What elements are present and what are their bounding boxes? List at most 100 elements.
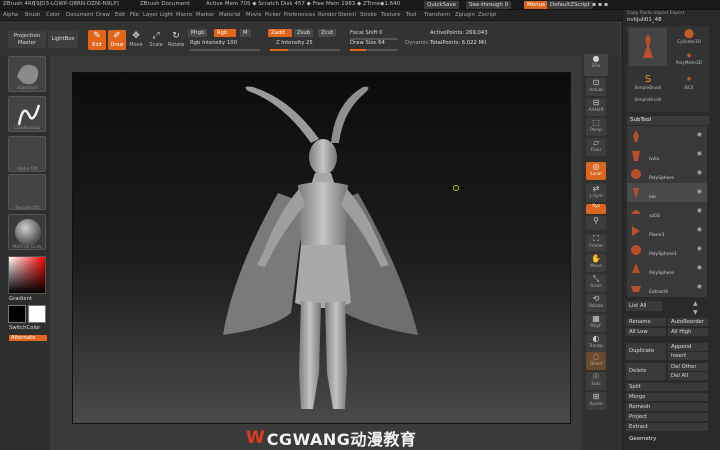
visibility-eye-icon[interactable]: ◉ bbox=[697, 226, 702, 233]
subtool-item[interactable]: Extract9 ◉ bbox=[627, 278, 707, 298]
rgb-intensity-track[interactable] bbox=[190, 49, 260, 51]
edit-button[interactable]: ✎ Edit bbox=[88, 30, 106, 50]
m-toggle[interactable]: M bbox=[240, 29, 251, 37]
persp-button[interactable]: ⬚ Persp bbox=[586, 118, 606, 136]
insert-button[interactable]: Insert bbox=[668, 352, 708, 360]
aahalf-button[interactable]: ⊟ AAHalf bbox=[586, 98, 606, 116]
visibility-eye-icon[interactable]: ◉ bbox=[697, 283, 702, 290]
subtool-item[interactable]: ◉ bbox=[627, 126, 707, 146]
quicksave-button[interactable]: QuickSave bbox=[424, 1, 460, 9]
subtool-item[interactable]: lvzia ◉ bbox=[627, 145, 707, 165]
merge-menu[interactable]: Merge bbox=[626, 393, 708, 401]
delete-button[interactable]: Delete bbox=[626, 363, 666, 380]
simplebrush-tool-2[interactable]: SimpleBrush bbox=[629, 98, 667, 112]
lsym-button[interactable]: ⇄ L.Sym bbox=[586, 184, 606, 202]
draw-size-slider[interactable]: Draw Size 64 bbox=[350, 40, 385, 47]
polyf-button[interactable]: ▦ PolyF bbox=[586, 314, 606, 332]
menu-render[interactable]: Render bbox=[318, 12, 337, 18]
duplicate-button[interactable]: Duplicate bbox=[626, 343, 666, 360]
draw-button[interactable]: ✐ Draw bbox=[108, 30, 126, 50]
menu-picker[interactable]: Picker bbox=[265, 12, 281, 18]
projection-master-button[interactable]: Projection Master bbox=[8, 31, 46, 48]
default-zscript-button[interactable]: DefaultZScript bbox=[547, 1, 593, 9]
menu-movie[interactable]: Movie bbox=[246, 12, 262, 18]
texture-thumbnail[interactable] bbox=[8, 174, 46, 210]
spix-button[interactable]: ● SPix bbox=[584, 54, 608, 76]
ncs-tool[interactable]: ✦ NCS bbox=[671, 74, 707, 96]
zsub-toggle[interactable]: Zsub bbox=[294, 29, 314, 37]
zadd-toggle[interactable]: Zadd bbox=[268, 29, 292, 37]
scale-view-button[interactable]: ⤡ Scale bbox=[586, 274, 606, 292]
menu-macro[interactable]: Macro bbox=[176, 12, 192, 18]
current-tool-thumbnail[interactable] bbox=[629, 28, 667, 66]
rotate-axis-button[interactable]: ⚲ bbox=[586, 216, 606, 230]
focal-shift-slider[interactable]: Focal Shift 0 bbox=[350, 30, 383, 37]
simplebrush-tool[interactable]: S SimpleBrush bbox=[629, 74, 667, 96]
visibility-eye-icon[interactable]: ◉ bbox=[697, 150, 702, 157]
document-canvas[interactable] bbox=[72, 72, 571, 424]
visibility-eye-icon[interactable]: ◉ bbox=[697, 188, 702, 195]
secondary-color-swatch[interactable] bbox=[28, 305, 46, 323]
append-button[interactable]: Append bbox=[668, 343, 708, 351]
menu-layer[interactable]: Layer bbox=[143, 12, 158, 18]
rename-button[interactable]: Rename bbox=[626, 318, 666, 326]
all-high-button[interactable]: All High bbox=[668, 328, 708, 336]
subtool-item[interactable]: PolySphere ◉ bbox=[627, 259, 707, 279]
menu-stencil[interactable]: Stencil bbox=[338, 12, 356, 18]
subtool-item[interactable]: Plane3 ◉ bbox=[627, 221, 707, 241]
autoreorder-button[interactable]: AutoReorder bbox=[668, 318, 708, 326]
arrow-up-icon[interactable]: ▲ bbox=[693, 300, 698, 307]
visibility-eye-icon[interactable]: ◉ bbox=[697, 207, 702, 214]
frame-button[interactable]: ⛶ Frame bbox=[586, 234, 606, 252]
alternate-button[interactable]: Alternate bbox=[9, 335, 47, 341]
arrow-down-icon[interactable]: ▼ bbox=[693, 309, 698, 316]
all-low-button[interactable]: All Low bbox=[626, 328, 666, 336]
rotate-button[interactable]: ↻ Rotate bbox=[168, 30, 184, 52]
subtool-item[interactable]: PolySphere1 ◉ bbox=[627, 240, 707, 260]
rgb-intensity-slider[interactable]: Rgb Intensity 100 bbox=[190, 40, 237, 47]
menu-alpha[interactable]: Alpha bbox=[3, 12, 18, 18]
rgb-toggle[interactable]: Rgb bbox=[214, 29, 236, 37]
local-button[interactable]: ◎ Local bbox=[586, 162, 606, 180]
scale-button[interactable]: ⤢ Scale bbox=[148, 30, 164, 52]
subtool-item-selected[interactable]: ear ◉ bbox=[627, 183, 707, 203]
menus-button[interactable]: Menus bbox=[524, 1, 548, 9]
gradient-toggle[interactable]: Gradient bbox=[9, 296, 32, 302]
visibility-eye-icon[interactable]: ◉ bbox=[697, 264, 702, 271]
menu-file[interactable]: File bbox=[130, 12, 139, 18]
color-picker[interactable] bbox=[8, 256, 46, 294]
list-all-button[interactable]: List All bbox=[626, 301, 662, 311]
switchcolor-button[interactable]: SwitchColor bbox=[9, 325, 40, 331]
window-controls-icon[interactable]: ▪ ▪ ▪ bbox=[592, 1, 608, 8]
menu-light[interactable]: Light bbox=[160, 12, 173, 18]
polymesh3d-tool[interactable]: ★ PolyMesh3D bbox=[671, 51, 707, 71]
menu-texture[interactable]: Texture bbox=[381, 12, 400, 18]
xpose-button[interactable]: ⊞ Xpose bbox=[586, 392, 606, 410]
visibility-eye-icon[interactable]: ◉ bbox=[697, 245, 702, 252]
project-menu[interactable]: Project bbox=[626, 413, 708, 421]
menu-transform[interactable]: Transform bbox=[424, 12, 450, 18]
menu-material[interactable]: Material bbox=[219, 12, 241, 18]
transp-button[interactable]: ◐ Transp bbox=[586, 334, 606, 352]
move-view-button[interactable]: ✋ Move bbox=[586, 254, 606, 272]
menu-zscript[interactable]: Zscript bbox=[478, 12, 496, 18]
z-intensity-slider[interactable]: Z Intensity 25 bbox=[276, 40, 313, 47]
subtool-item[interactable]: PolySphere ◉ bbox=[627, 164, 707, 184]
cylinder3d-tool[interactable]: ⬤ Cylinder3D bbox=[671, 28, 707, 50]
ghost-button[interactable]: ◌ Ghost bbox=[586, 352, 606, 370]
visibility-eye-icon[interactable]: ◉ bbox=[697, 131, 702, 138]
menu-brush[interactable]: Brush bbox=[25, 12, 40, 18]
menu-stroke[interactable]: Stroke bbox=[360, 12, 377, 18]
extract-menu[interactable]: Extract bbox=[626, 423, 708, 431]
menu-color[interactable]: Color bbox=[46, 12, 60, 18]
subtool-item[interactable]: vz03 ◉ bbox=[627, 202, 707, 222]
solo-button[interactable]: ☉ Solo bbox=[586, 372, 606, 390]
menu-edit[interactable]: Edit bbox=[115, 12, 125, 18]
xyz-button[interactable]: Xyz bbox=[586, 204, 606, 214]
tool-header-buttons[interactable]: Copy Paste Import Export bbox=[627, 11, 685, 16]
menu-zplugin[interactable]: Zplugin bbox=[455, 12, 475, 18]
del-all-button[interactable]: Del All bbox=[668, 372, 708, 380]
dynamic-toggle[interactable]: Dynamic bbox=[405, 40, 428, 47]
main-color-swatch[interactable] bbox=[8, 305, 26, 323]
visibility-eye-icon[interactable]: ◉ bbox=[697, 169, 702, 176]
